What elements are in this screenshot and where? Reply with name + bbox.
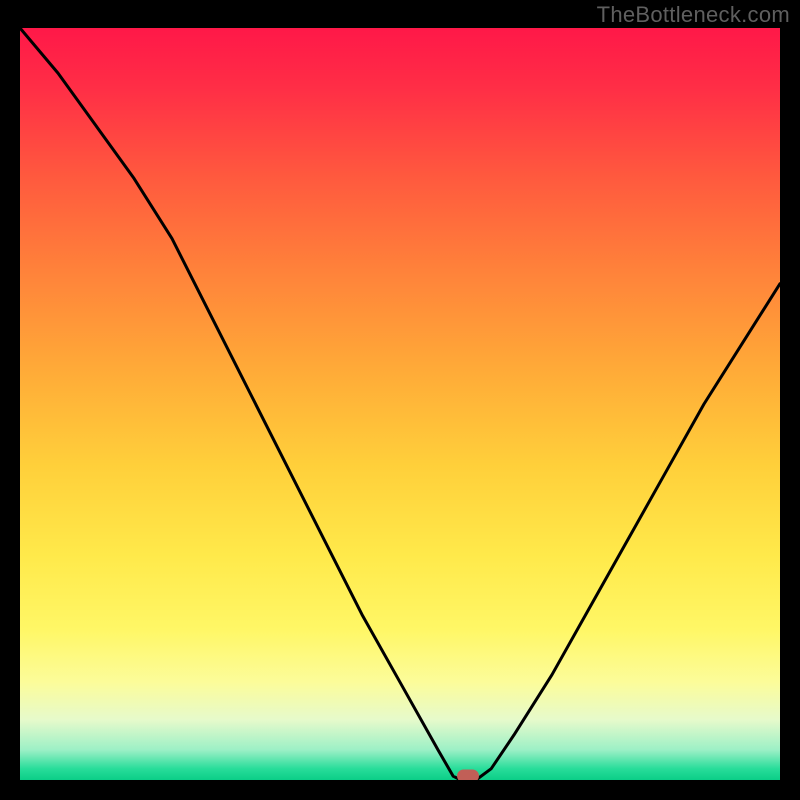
chart-frame: TheBottleneck.com bbox=[0, 0, 800, 800]
optimum-marker bbox=[457, 770, 479, 781]
watermark-text: TheBottleneck.com bbox=[597, 2, 790, 28]
plot-area bbox=[20, 28, 780, 780]
bottleneck-curve bbox=[20, 28, 780, 780]
